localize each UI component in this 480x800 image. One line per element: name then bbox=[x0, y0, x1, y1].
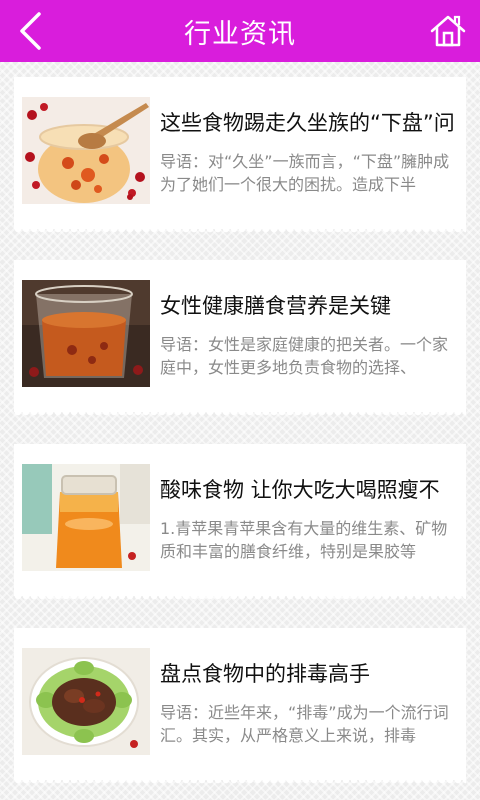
news-thumbnail bbox=[22, 280, 150, 387]
top-app-bar: 行业资讯 bbox=[0, 0, 480, 62]
news-thumbnail bbox=[22, 464, 150, 571]
news-summary: 导语：女性是家庭健康的把关者。一个家庭中，女性更多地负责食物的选择、 bbox=[160, 335, 449, 377]
news-item[interactable]: 这些食物踢走久坐族的“下盘”问 导语：对“久坐”一族而言，“下盘”臃肿成为了她们… bbox=[14, 77, 466, 235]
news-title: 这些食物踢走久坐族的“下盘”问 bbox=[160, 111, 455, 135]
news-item[interactable]: 盘点食物中的排毒高手 导语：近些年来，“排毒”成为一个流行词汇。其实，从严格意义… bbox=[14, 628, 466, 786]
news-summary: 1.青苹果青苹果含有大量的维生素、矿物质和丰富的膳食纤维，特别是果胶等 bbox=[160, 519, 448, 561]
news-item[interactable]: 酸味食物 让你大吃大喝照瘦不 1.青苹果青苹果含有大量的维生素、矿物质和丰富的膳… bbox=[14, 444, 466, 602]
news-title: 女性健康膳食营养是关键 bbox=[160, 294, 391, 318]
chevron-left-icon bbox=[20, 12, 41, 50]
news-thumbnail bbox=[22, 97, 150, 204]
news-title: 盘点食物中的排毒高手 bbox=[160, 662, 370, 686]
home-icon bbox=[430, 15, 466, 47]
news-item[interactable]: 女性健康膳食营养是关键 导语：女性是家庭健康的把关者。一个家庭中，女性更多地负责… bbox=[14, 260, 466, 418]
page-title: 行业资讯 bbox=[184, 18, 296, 50]
news-thumbnail bbox=[22, 648, 150, 755]
news-summary: 导语：对“久坐”一族而言，“下盘”臃肿成为了她们一个很大的困扰。造成下半 bbox=[160, 152, 450, 194]
news-summary: 导语：近些年来，“排毒”成为一个流行词汇。其实，从严格意义上来说，排毒 bbox=[160, 703, 449, 745]
home-button[interactable] bbox=[424, 7, 472, 55]
news-title: 酸味食物 让你大吃大喝照瘦不 bbox=[160, 478, 440, 502]
back-button[interactable] bbox=[8, 5, 52, 57]
